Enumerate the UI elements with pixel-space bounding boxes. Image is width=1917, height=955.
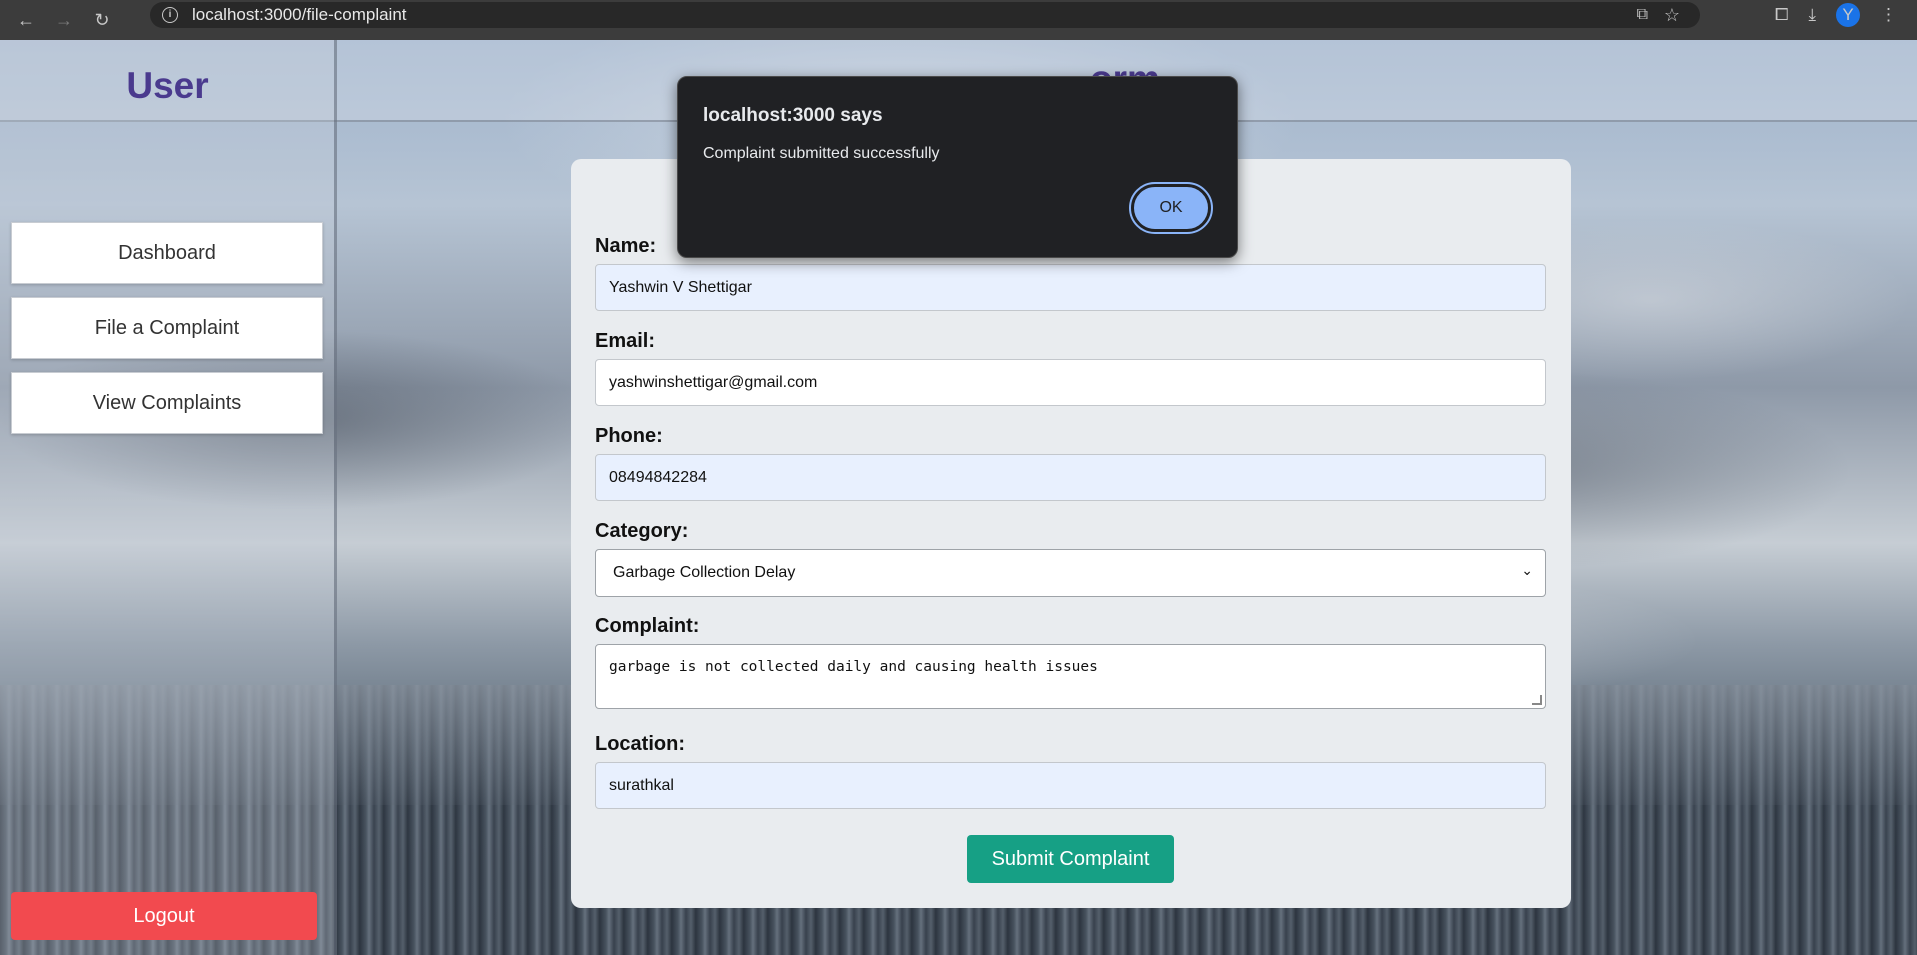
- profile-avatar[interactable]: Y: [1836, 3, 1860, 27]
- logout-button[interactable]: Logout: [11, 892, 317, 940]
- location-field[interactable]: surathkal: [595, 762, 1546, 809]
- sidebar-title: User: [126, 65, 209, 106]
- resize-handle-icon[interactable]: [1532, 695, 1542, 705]
- bookmark-star-icon[interactable]: ☆: [1664, 5, 1680, 26]
- sidebar-item-view-complaints[interactable]: View Complaints: [11, 372, 323, 434]
- browser-toolbar: ← → ↻ i localhost:3000/file-complaint ⧉ …: [0, 0, 1917, 40]
- toolbar-actions: ⧠ ⤓ Y ⋮: [1775, 0, 1917, 30]
- email-field[interactable]: yashwinshettigar@gmail.com: [595, 359, 1546, 406]
- extensions-icon[interactable]: ⧠: [1775, 5, 1789, 25]
- complaint-text: garbage is not collected daily and causi…: [609, 659, 1098, 675]
- sidebar-item-file-complaint[interactable]: File a Complaint: [11, 297, 323, 359]
- phone-field[interactable]: 08494842284: [595, 454, 1546, 501]
- dialog-message: Complaint submitted successfully: [703, 145, 940, 162]
- page-background: orm User Dashboard File a Complaint View…: [0, 40, 1917, 955]
- sidebar-item-dashboard[interactable]: Dashboard: [11, 222, 323, 284]
- sidebar: User Dashboard File a Complaint View Com…: [0, 40, 337, 955]
- location-label: Location:: [595, 733, 685, 755]
- address-bar[interactable]: i localhost:3000/file-complaint ⧉ ☆: [150, 2, 1700, 28]
- category-label: Category:: [595, 520, 689, 542]
- install-app-icon[interactable]: ⧉: [1637, 6, 1648, 24]
- reload-icon[interactable]: ↻: [90, 8, 114, 32]
- dialog-title: localhost:3000 says: [703, 105, 883, 126]
- category-selected-value: Garbage Collection Delay: [613, 564, 796, 581]
- forward-icon[interactable]: →: [52, 8, 76, 32]
- submit-complaint-button[interactable]: Submit Complaint: [967, 835, 1174, 883]
- site-info-icon[interactable]: i: [162, 7, 178, 23]
- category-select[interactable]: Garbage Collection Delay ⌄: [595, 549, 1546, 597]
- downloads-icon[interactable]: ⤓: [1808, 5, 1816, 25]
- complaint-textarea[interactable]: garbage is not collected daily and causi…: [595, 644, 1546, 709]
- phone-label: Phone:: [595, 425, 663, 447]
- menu-kebab-icon[interactable]: ⋮: [1880, 5, 1897, 25]
- back-icon[interactable]: ←: [14, 8, 38, 32]
- email-label: Email:: [595, 330, 656, 352]
- url-text[interactable]: localhost:3000/file-complaint: [192, 5, 407, 25]
- complaint-label: Complaint:: [595, 615, 700, 637]
- dialog-ok-button[interactable]: OK: [1129, 182, 1213, 234]
- name-field[interactable]: Yashwin V Shettigar: [595, 264, 1546, 311]
- name-label: Name:: [595, 235, 657, 257]
- chevron-down-icon: ⌄: [1521, 562, 1533, 578]
- alert-dialog: localhost:3000 says Complaint submitted …: [677, 76, 1238, 258]
- complaint-form: Name: Yashwin V Shettigar Email: yashwin…: [571, 159, 1571, 908]
